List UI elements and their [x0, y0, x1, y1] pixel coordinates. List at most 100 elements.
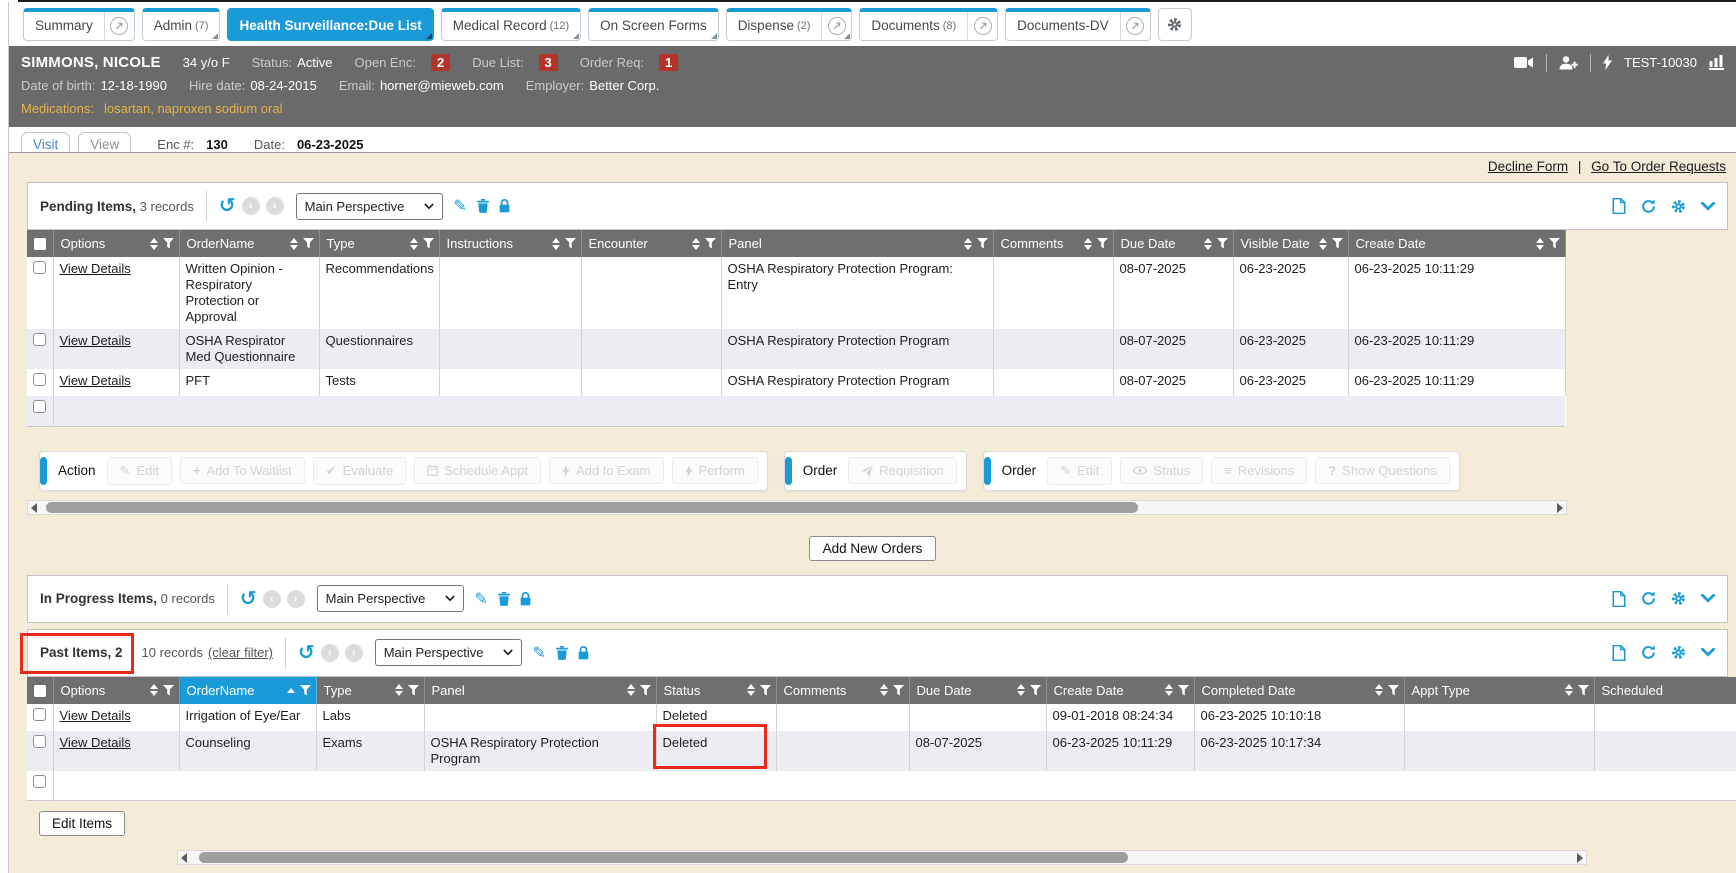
order-edit-button[interactable]: ✎Edit — [1047, 457, 1112, 485]
filter-icon[interactable] — [163, 238, 174, 249]
collapse-chevron-icon[interactable] — [1701, 594, 1715, 603]
filter-icon[interactable] — [1549, 238, 1560, 249]
undo-icon[interactable]: ↺ — [219, 196, 236, 216]
tab-admin[interactable]: Admin(7) — [142, 8, 221, 41]
due-list-badge[interactable]: 3 — [539, 54, 558, 71]
collapse-chevron-icon[interactable] — [1701, 202, 1715, 211]
sort-icon[interactable] — [1165, 684, 1173, 696]
sort-icon[interactable] — [1017, 684, 1025, 696]
add-to-waitlist-button[interactable]: +Add To Waitlist — [180, 457, 305, 484]
view-details-link[interactable]: View Details — [60, 373, 131, 388]
filter-icon[interactable] — [1578, 685, 1589, 696]
refresh-icon[interactable] — [1641, 591, 1656, 606]
collapse-chevron-icon[interactable] — [1701, 648, 1715, 657]
sort-icon[interactable] — [1536, 238, 1544, 250]
refresh-icon[interactable] — [1641, 199, 1656, 214]
scroll-left-arrow[interactable] — [31, 503, 37, 513]
perform-button[interactable]: Perform — [672, 457, 758, 484]
sort-icon[interactable] — [552, 238, 560, 250]
filter-icon[interactable] — [163, 685, 174, 696]
filter-icon[interactable] — [1388, 685, 1399, 696]
new-document-icon[interactable] — [1612, 198, 1626, 214]
add-to-exam-button[interactable]: Add to Exam — [549, 457, 663, 484]
refresh-icon[interactable] — [1641, 645, 1656, 660]
filter-icon[interactable] — [1178, 685, 1189, 696]
sort-icon[interactable] — [627, 684, 635, 696]
chevron-left-icon[interactable]: ‹ — [263, 590, 281, 608]
new-document-icon[interactable] — [1612, 645, 1626, 661]
filter-icon[interactable] — [705, 238, 716, 249]
filter-icon[interactable] — [893, 685, 904, 696]
row-checkbox[interactable] — [33, 333, 46, 346]
status-button[interactable]: Status — [1120, 457, 1203, 484]
scroll-right-arrow[interactable] — [1577, 853, 1583, 863]
revisions-button[interactable]: ≡Revisions — [1211, 457, 1307, 484]
sort-icon[interactable] — [1084, 238, 1092, 250]
medications-value[interactable]: losartan, naproxen sodium oral — [104, 101, 283, 116]
add-person-icon[interactable] — [1559, 56, 1578, 70]
sort-icon[interactable] — [150, 238, 158, 250]
filter-icon[interactable] — [300, 685, 311, 696]
filter-icon[interactable] — [977, 238, 988, 249]
lock-perspective-icon[interactable] — [520, 592, 531, 606]
delete-perspective-icon[interactable] — [556, 646, 568, 660]
gear-icon[interactable] — [1671, 591, 1686, 606]
tab-dispense[interactable]: Dispense(2) — [726, 8, 853, 41]
filter-icon[interactable] — [1332, 238, 1343, 249]
chevron-left-icon[interactable]: ‹ — [321, 644, 339, 662]
tab-medical-record[interactable]: Medical Record(12) — [441, 8, 581, 41]
row-checkbox[interactable] — [33, 400, 46, 413]
perspective-select[interactable]: Main Perspective — [317, 585, 465, 612]
sort-icon[interactable] — [747, 684, 755, 696]
tab-documents-dv-popout[interactable] — [1120, 12, 1150, 40]
sort-icon[interactable] — [410, 238, 418, 250]
gear-icon[interactable] — [1671, 199, 1686, 214]
undo-icon[interactable]: ↺ — [298, 643, 315, 663]
filter-icon[interactable] — [760, 685, 771, 696]
filter-icon[interactable] — [1030, 685, 1041, 696]
lock-perspective-icon[interactable] — [499, 199, 510, 213]
view-details-link[interactable]: View Details — [60, 708, 131, 723]
tab-settings-button[interactable] — [1158, 8, 1192, 41]
go-to-order-requests-link[interactable]: Go To Order Requests — [1591, 159, 1726, 174]
decline-form-link[interactable]: Decline Form — [1488, 159, 1568, 174]
requisition-button[interactable]: Requisition — [848, 457, 956, 484]
sort-icon[interactable] — [1375, 684, 1383, 696]
tab-documents-popout[interactable] — [967, 12, 997, 40]
clear-filter-link[interactable]: (clear filter) — [208, 645, 273, 660]
tab-summary-popout[interactable] — [104, 12, 134, 40]
scroll-right-arrow[interactable] — [1557, 503, 1563, 513]
bar-chart-icon[interactable] — [1709, 55, 1724, 70]
row-checkbox[interactable] — [33, 735, 46, 748]
scroll-left-arrow[interactable] — [181, 853, 187, 863]
pending-horizontal-scrollbar[interactable] — [27, 500, 1567, 515]
filter-icon[interactable] — [565, 238, 576, 249]
filter-icon[interactable] — [408, 685, 419, 696]
select-all-checkbox[interactable] — [34, 238, 46, 250]
delete-perspective-icon[interactable] — [477, 199, 489, 213]
gear-icon[interactable] — [1671, 645, 1686, 660]
scrollbar-thumb[interactable] — [46, 502, 1138, 513]
past-horizontal-scrollbar[interactable] — [177, 850, 1587, 865]
delete-perspective-icon[interactable] — [498, 592, 510, 606]
select-all-checkbox[interactable] — [34, 685, 46, 697]
sort-icon[interactable] — [880, 684, 888, 696]
lightning-icon[interactable] — [1603, 55, 1612, 70]
row-checkbox[interactable] — [33, 373, 46, 386]
sort-asc-icon[interactable] — [287, 688, 295, 693]
tab-dispense-popout[interactable] — [821, 12, 851, 40]
open-enc-badge[interactable]: 2 — [431, 54, 450, 71]
lock-perspective-icon[interactable] — [578, 646, 589, 660]
sort-icon[interactable] — [290, 238, 298, 250]
edit-perspective-icon[interactable]: ✎ — [532, 643, 545, 663]
tab-documents[interactable]: Documents(8) — [859, 8, 998, 41]
scrollbar-thumb[interactable] — [199, 852, 1128, 863]
tab-documents-dv[interactable]: Documents-DV — [1005, 8, 1151, 41]
view-details-link[interactable]: View Details — [60, 333, 131, 348]
sort-icon[interactable] — [1319, 238, 1327, 250]
tab-on-screen-forms[interactable]: On Screen Forms — [588, 8, 719, 41]
new-document-icon[interactable] — [1612, 591, 1626, 607]
edit-perspective-icon[interactable]: ✎ — [453, 196, 466, 216]
show-questions-button[interactable]: ?Show Questions — [1315, 457, 1450, 484]
edit-button[interactable]: ✎Edit — [107, 457, 172, 485]
